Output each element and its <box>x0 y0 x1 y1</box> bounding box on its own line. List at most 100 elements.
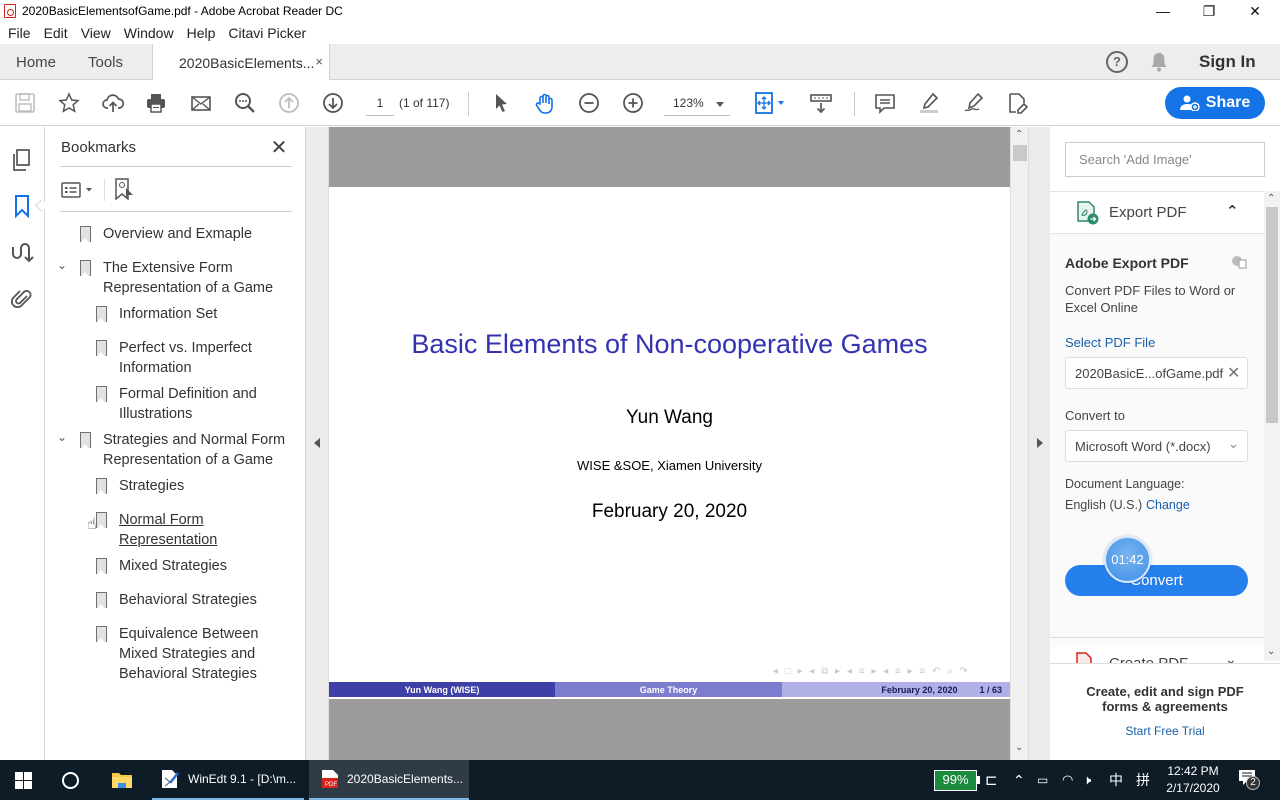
scroll-up-icon[interactable]: ⌃ <box>1015 129 1023 140</box>
volume-icon[interactable]: 🕨 <box>1083 760 1091 800</box>
bookmark-item[interactable]: Behavioral Strategies <box>45 590 306 614</box>
bookmark-item[interactable]: Formal Definition and Illustrations <box>45 384 306 428</box>
clock[interactable]: 12:42 PM 2/17/2020 <box>1160 763 1226 797</box>
page-thumbnails-icon[interactable] <box>10 148 34 172</box>
collapse-right-panel-handle[interactable] <box>1028 127 1050 760</box>
fit-page-icon[interactable] <box>754 92 790 114</box>
scroll-mode-icon[interactable] <box>810 92 832 114</box>
bookmarks-panel-icon[interactable] <box>10 194 34 219</box>
search-icon[interactable] <box>234 92 256 114</box>
card-title: Adobe Export PDF <box>1065 255 1189 271</box>
taskbar-app-acrobat[interactable]: PDF 2020BasicElements... <box>309 760 469 800</box>
document-scrollbar[interactable]: ⌃ ⌄ <box>1010 127 1028 760</box>
collapse-left-panel-handle[interactable] <box>306 127 329 760</box>
ime-mode-indicator[interactable]: 拼 <box>1136 760 1150 800</box>
scrollbar-thumb[interactable] <box>1266 207 1278 423</box>
previous-page-icon[interactable] <box>278 92 300 114</box>
collapse-section-icon[interactable]: ⌃ <box>1226 202 1239 220</box>
sign-in-link[interactable]: Sign In <box>1199 52 1256 72</box>
close-window-button[interactable]: ✕ <box>1232 0 1278 22</box>
cortana-search-button[interactable] <box>62 760 79 800</box>
export-pdf-header[interactable]: Export PDF ⌃ <box>1050 191 1264 234</box>
fill-sign-icon[interactable] <box>1006 92 1028 114</box>
start-free-trial-link[interactable]: Start Free Trial <box>1050 724 1280 738</box>
notifications-bell-icon[interactable] <box>1150 52 1168 77</box>
change-language-link[interactable]: Change <box>1146 498 1190 512</box>
print-icon[interactable] <box>145 92 167 114</box>
selected-file-field[interactable]: 2020BasicE...ofGame.pdf ✕ <box>1065 357 1248 389</box>
floating-timer-badge[interactable]: 01:42 <box>1104 536 1151 583</box>
scrollbar-thumb[interactable] <box>1013 145 1027 161</box>
next-page-icon[interactable] <box>322 92 344 114</box>
hand-tool-icon[interactable] <box>534 92 556 114</box>
tools-pane-scrollbar[interactable]: ⌃ ⌄ <box>1264 191 1280 661</box>
menu-edit[interactable]: Edit <box>44 22 75 44</box>
bookmark-item[interactable]: Strategies <box>45 476 306 500</box>
page-number-input[interactable]: 1 <box>366 94 394 116</box>
divider <box>104 179 105 201</box>
close-panel-icon[interactable]: ✕ <box>269 135 289 160</box>
bookmark-item[interactable]: Overview and Exmaple <box>45 224 306 248</box>
attachments-paperclip-icon[interactable] <box>10 287 34 311</box>
beamer-navigation-symbols: ◂ □ ▸ ◂ ⧉ ▸ ◂ ≡ ▸ ◂ ≡ ▸ ≡ ↶ ⌕ ↷ <box>773 666 970 677</box>
bookmark-item[interactable]: ⌄ Strategies and Normal Form Representat… <box>45 430 306 474</box>
minimize-button[interactable]: — <box>1140 0 1186 22</box>
bookmark-star-icon[interactable] <box>58 92 80 114</box>
sign-icon[interactable] <box>962 92 984 114</box>
bookmark-item[interactable]: Perfect vs. Imperfect Information <box>45 338 306 382</box>
email-icon[interactable] <box>190 92 212 114</box>
upload-cloud-icon[interactable] <box>102 92 124 114</box>
taskbar-app-winedt[interactable]: WinEdt 9.1 - [D:\m... <box>152 760 304 800</box>
find-current-bookmark-icon[interactable] <box>114 178 134 205</box>
ime-language-indicator[interactable]: 中 <box>1109 760 1123 800</box>
document-cloud-icon[interactable] <box>1231 255 1247 269</box>
start-button[interactable] <box>15 760 32 800</box>
action-center-button[interactable]: 2 <box>1238 769 1260 790</box>
bookmark-item[interactable]: Equivalence Between Mixed Strategies and… <box>45 624 306 688</box>
menu-view[interactable]: View <box>81 22 118 44</box>
select-cursor-icon[interactable] <box>490 92 512 114</box>
tools-search-input[interactable]: Search 'Add Image' <box>1065 142 1265 177</box>
signatures-icon[interactable] <box>10 241 34 265</box>
help-icon[interactable]: ? <box>1106 51 1128 73</box>
bookmark-item[interactable]: ⌄ The Extensive Form Representation of a… <box>45 258 306 302</box>
zoom-in-icon[interactable] <box>622 92 644 114</box>
tab-tools[interactable]: Tools <box>88 44 123 80</box>
menu-file[interactable]: File <box>8 22 38 44</box>
file-explorer-button[interactable] <box>111 760 133 800</box>
close-tab-icon[interactable]: × <box>315 54 323 69</box>
scroll-down-icon[interactable]: ⌄ <box>1015 742 1023 753</box>
maximize-button[interactable]: ❐ <box>1186 0 1232 22</box>
menu-window[interactable]: Window <box>124 22 181 44</box>
convert-button[interactable]: Convert <box>1065 565 1248 596</box>
tab-document[interactable]: 2020BasicElements... × <box>152 44 330 81</box>
menu-citavi-picker[interactable]: Citavi Picker <box>228 22 313 44</box>
highlight-icon[interactable] <box>918 92 940 114</box>
bookmark-options-menu[interactable] <box>61 181 95 204</box>
show-hidden-icons-chevron[interactable]: ⌃ <box>1013 760 1025 800</box>
expand-chevron-icon[interactable]: ⌄ <box>57 258 67 272</box>
menu-help[interactable]: Help <box>187 22 223 44</box>
save-icon[interactable] <box>14 92 36 114</box>
remove-file-icon[interactable]: ✕ <box>1227 363 1240 383</box>
battery-charging-icon[interactable]: ▭ <box>1037 760 1048 800</box>
wifi-icon[interactable]: ◠ <box>1062 760 1073 800</box>
power-plug-icon[interactable]: ⊏ <box>985 760 998 800</box>
convert-to-select[interactable]: Microsoft Word (*.docx) ⌄ <box>1065 430 1248 462</box>
expand-chevron-icon[interactable]: ⌄ <box>57 430 67 444</box>
zoom-level-select[interactable]: 123% <box>664 94 730 116</box>
share-button[interactable]: Share <box>1165 87 1265 119</box>
hand-cursor-icon: ☝ <box>87 516 97 533</box>
bookmark-item[interactable]: Information Set <box>45 304 306 328</box>
scroll-down-icon[interactable]: ⌄ <box>1267 646 1275 657</box>
bookmark-item[interactable]: Mixed Strategies <box>45 556 306 580</box>
bookmark-label: Information Set <box>119 306 218 322</box>
select-pdf-file-link[interactable]: Select PDF File <box>1065 335 1155 350</box>
tab-home[interactable]: Home <box>16 44 56 80</box>
bookmark-item-hovered[interactable]: Normal Form Representation ☝ <box>45 510 306 554</box>
create-pdf-header[interactable]: Create PDF ⌄ <box>1065 649 1248 663</box>
zoom-out-icon[interactable] <box>578 92 600 114</box>
battery-indicator[interactable]: 99% <box>934 770 977 791</box>
comment-icon[interactable] <box>874 92 896 114</box>
scroll-up-icon[interactable]: ⌃ <box>1267 193 1275 204</box>
